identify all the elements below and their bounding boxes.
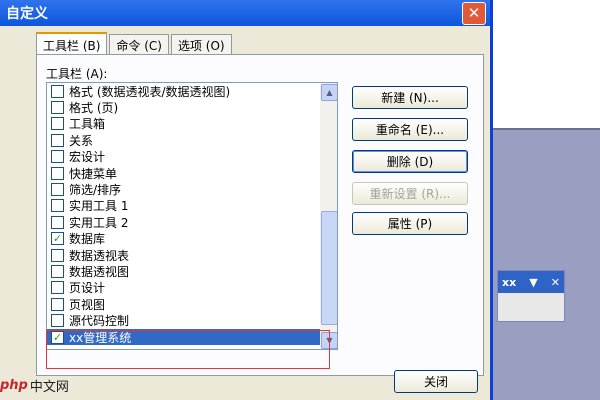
toolbar-checkbox[interactable] bbox=[51, 199, 64, 213]
scroll-thumb[interactable] bbox=[321, 211, 337, 325]
toolbar-item-label: 数据库 bbox=[69, 232, 106, 247]
list-item[interactable]: 工具箱 bbox=[47, 116, 337, 132]
close-icon[interactable]: ✕ bbox=[551, 276, 560, 289]
list-item[interactable]: 数据透视图 bbox=[47, 263, 337, 279]
toolbar-checkbox[interactable] bbox=[51, 314, 64, 328]
toolbar-item-label: 格式 (页) bbox=[69, 101, 119, 116]
close-button[interactable]: ✕ bbox=[462, 1, 486, 25]
close-icon: ✕ bbox=[467, 4, 481, 22]
chevron-down-icon: ▼ bbox=[326, 336, 333, 345]
list-item[interactable]: 实用工具 2 bbox=[47, 214, 337, 230]
toolbar-checkbox[interactable] bbox=[51, 281, 64, 295]
tab-toolbars[interactable]: 工具栏 (B) bbox=[36, 32, 108, 56]
toolbar-item-label: 数据透视表 bbox=[69, 248, 130, 263]
toolbar-checkbox[interactable] bbox=[51, 101, 64, 115]
toolbar-checkbox[interactable] bbox=[51, 215, 64, 229]
toolbar-item-label: 数据透视图 bbox=[69, 265, 130, 279]
list-item[interactable]: 源代码控制 bbox=[47, 312, 337, 328]
chevron-up-icon: ▲ bbox=[326, 88, 333, 97]
toolbars-listbox[interactable]: 格式 (数据透视表/数据透视图) 格式 (页) 工具箱 关系 宏设计 快捷菜单 筛选/排序实… bbox=[46, 82, 338, 350]
dropdown-arrow-icon[interactable]: ▼ bbox=[529, 276, 537, 289]
list-scrollbar[interactable]: ▲ ▼ bbox=[320, 83, 337, 349]
toolbar-checkbox[interactable] bbox=[51, 133, 64, 147]
tab-commands[interactable]: 命令 (C) bbox=[109, 34, 169, 55]
floating-toolbar-title: xx bbox=[502, 275, 517, 289]
floating-toolbar-titlebar[interactable]: xx ▼ ✕ bbox=[498, 271, 564, 293]
toolbar-item-label: 关系 bbox=[69, 133, 94, 148]
list-item[interactable]: 页设计 bbox=[47, 280, 337, 296]
delete-toolbar-button[interactable]: 删除 (D) bbox=[352, 150, 468, 173]
background-divider bbox=[492, 128, 600, 130]
dialog-title: 自定义 bbox=[6, 6, 48, 22]
list-item[interactable]: 数据透视表 bbox=[47, 247, 337, 263]
toolbar-properties-button[interactable]: 属性 (P) bbox=[352, 212, 468, 235]
tab-options[interactable]: 选项 (O) bbox=[170, 34, 232, 55]
toolbar-checkbox[interactable] bbox=[51, 117, 64, 131]
toolbar-item-label: 宏设计 bbox=[69, 150, 106, 165]
toolbar-item-label: 格式 (数据透视表/数据透视图) bbox=[69, 84, 231, 99]
toolbar-item-label: 实用工具 1 bbox=[69, 199, 129, 214]
rename-toolbar-button[interactable]: 重命名 (E)... bbox=[352, 118, 468, 141]
toolbar-checkbox[interactable] bbox=[51, 264, 64, 278]
scroll-up-button[interactable]: ▲ bbox=[321, 84, 337, 101]
list-item[interactable]: ✓ xx管理系统 bbox=[47, 328, 337, 346]
list-item[interactable]: 格式 (页) bbox=[47, 99, 337, 115]
list-item[interactable]: 快捷菜单 bbox=[47, 165, 337, 181]
scroll-down-button[interactable]: ▼ bbox=[321, 332, 337, 349]
toolbar-item-label: xx管理系统 bbox=[69, 330, 132, 345]
toolbar-item-label: 实用工具 2 bbox=[69, 215, 129, 230]
watermark: php 中文网 bbox=[0, 376, 69, 395]
list-item[interactable]: ✓ 数据库 bbox=[47, 231, 337, 247]
toolbar-checkbox[interactable]: ✓ bbox=[51, 232, 64, 246]
toolbar-checkbox[interactable] bbox=[51, 297, 64, 311]
dialog-titlebar[interactable]: 自定义 ✕ bbox=[0, 0, 490, 26]
new-toolbar-button[interactable]: 新建 (N)... bbox=[352, 86, 468, 109]
watermark-logo: php bbox=[0, 378, 28, 393]
background-app-area bbox=[492, 128, 600, 400]
toolbar-checkbox[interactable]: ✓ bbox=[51, 330, 64, 344]
toolbar-item-label: 快捷菜单 bbox=[69, 166, 118, 181]
list-item[interactable]: 宏设计 bbox=[47, 149, 337, 165]
tab-strip: 工具栏 (B) 命令 (C) 选项 (O) bbox=[36, 32, 234, 56]
list-item[interactable]: 筛选/排序 bbox=[47, 181, 337, 197]
toolbar-item-label: 页视图 bbox=[69, 297, 106, 312]
close-dialog-button[interactable]: 关闭 bbox=[394, 370, 478, 393]
toolbar-checkbox[interactable] bbox=[51, 183, 64, 197]
toolbar-checkbox[interactable] bbox=[51, 150, 64, 164]
toolbar-checkbox[interactable] bbox=[51, 166, 64, 180]
toolbar-item-label: 筛选/排序 bbox=[69, 183, 122, 198]
floating-toolbar[interactable]: xx ▼ ✕ bbox=[497, 270, 565, 322]
reset-toolbar-button[interactable]: 重新设置 (R)... bbox=[352, 182, 468, 205]
toolbars-list-label: 工具栏 (A): bbox=[46, 67, 108, 81]
toolbar-checkbox[interactable] bbox=[51, 248, 64, 262]
toolbar-item-label: 源代码控制 bbox=[69, 314, 130, 329]
watermark-text: 中文网 bbox=[29, 380, 69, 395]
toolbar-item-label: 页设计 bbox=[69, 281, 106, 296]
toolbar-item-label: 工具箱 bbox=[69, 117, 106, 132]
list-item[interactable]: 页视图 bbox=[47, 296, 337, 312]
list-item[interactable]: 关系 bbox=[47, 132, 337, 148]
list-item[interactable]: 格式 (数据透视表/数据透视图) bbox=[47, 83, 337, 99]
toolbar-checkbox[interactable] bbox=[51, 84, 64, 98]
list-item[interactable]: 实用工具 1 bbox=[47, 198, 337, 214]
